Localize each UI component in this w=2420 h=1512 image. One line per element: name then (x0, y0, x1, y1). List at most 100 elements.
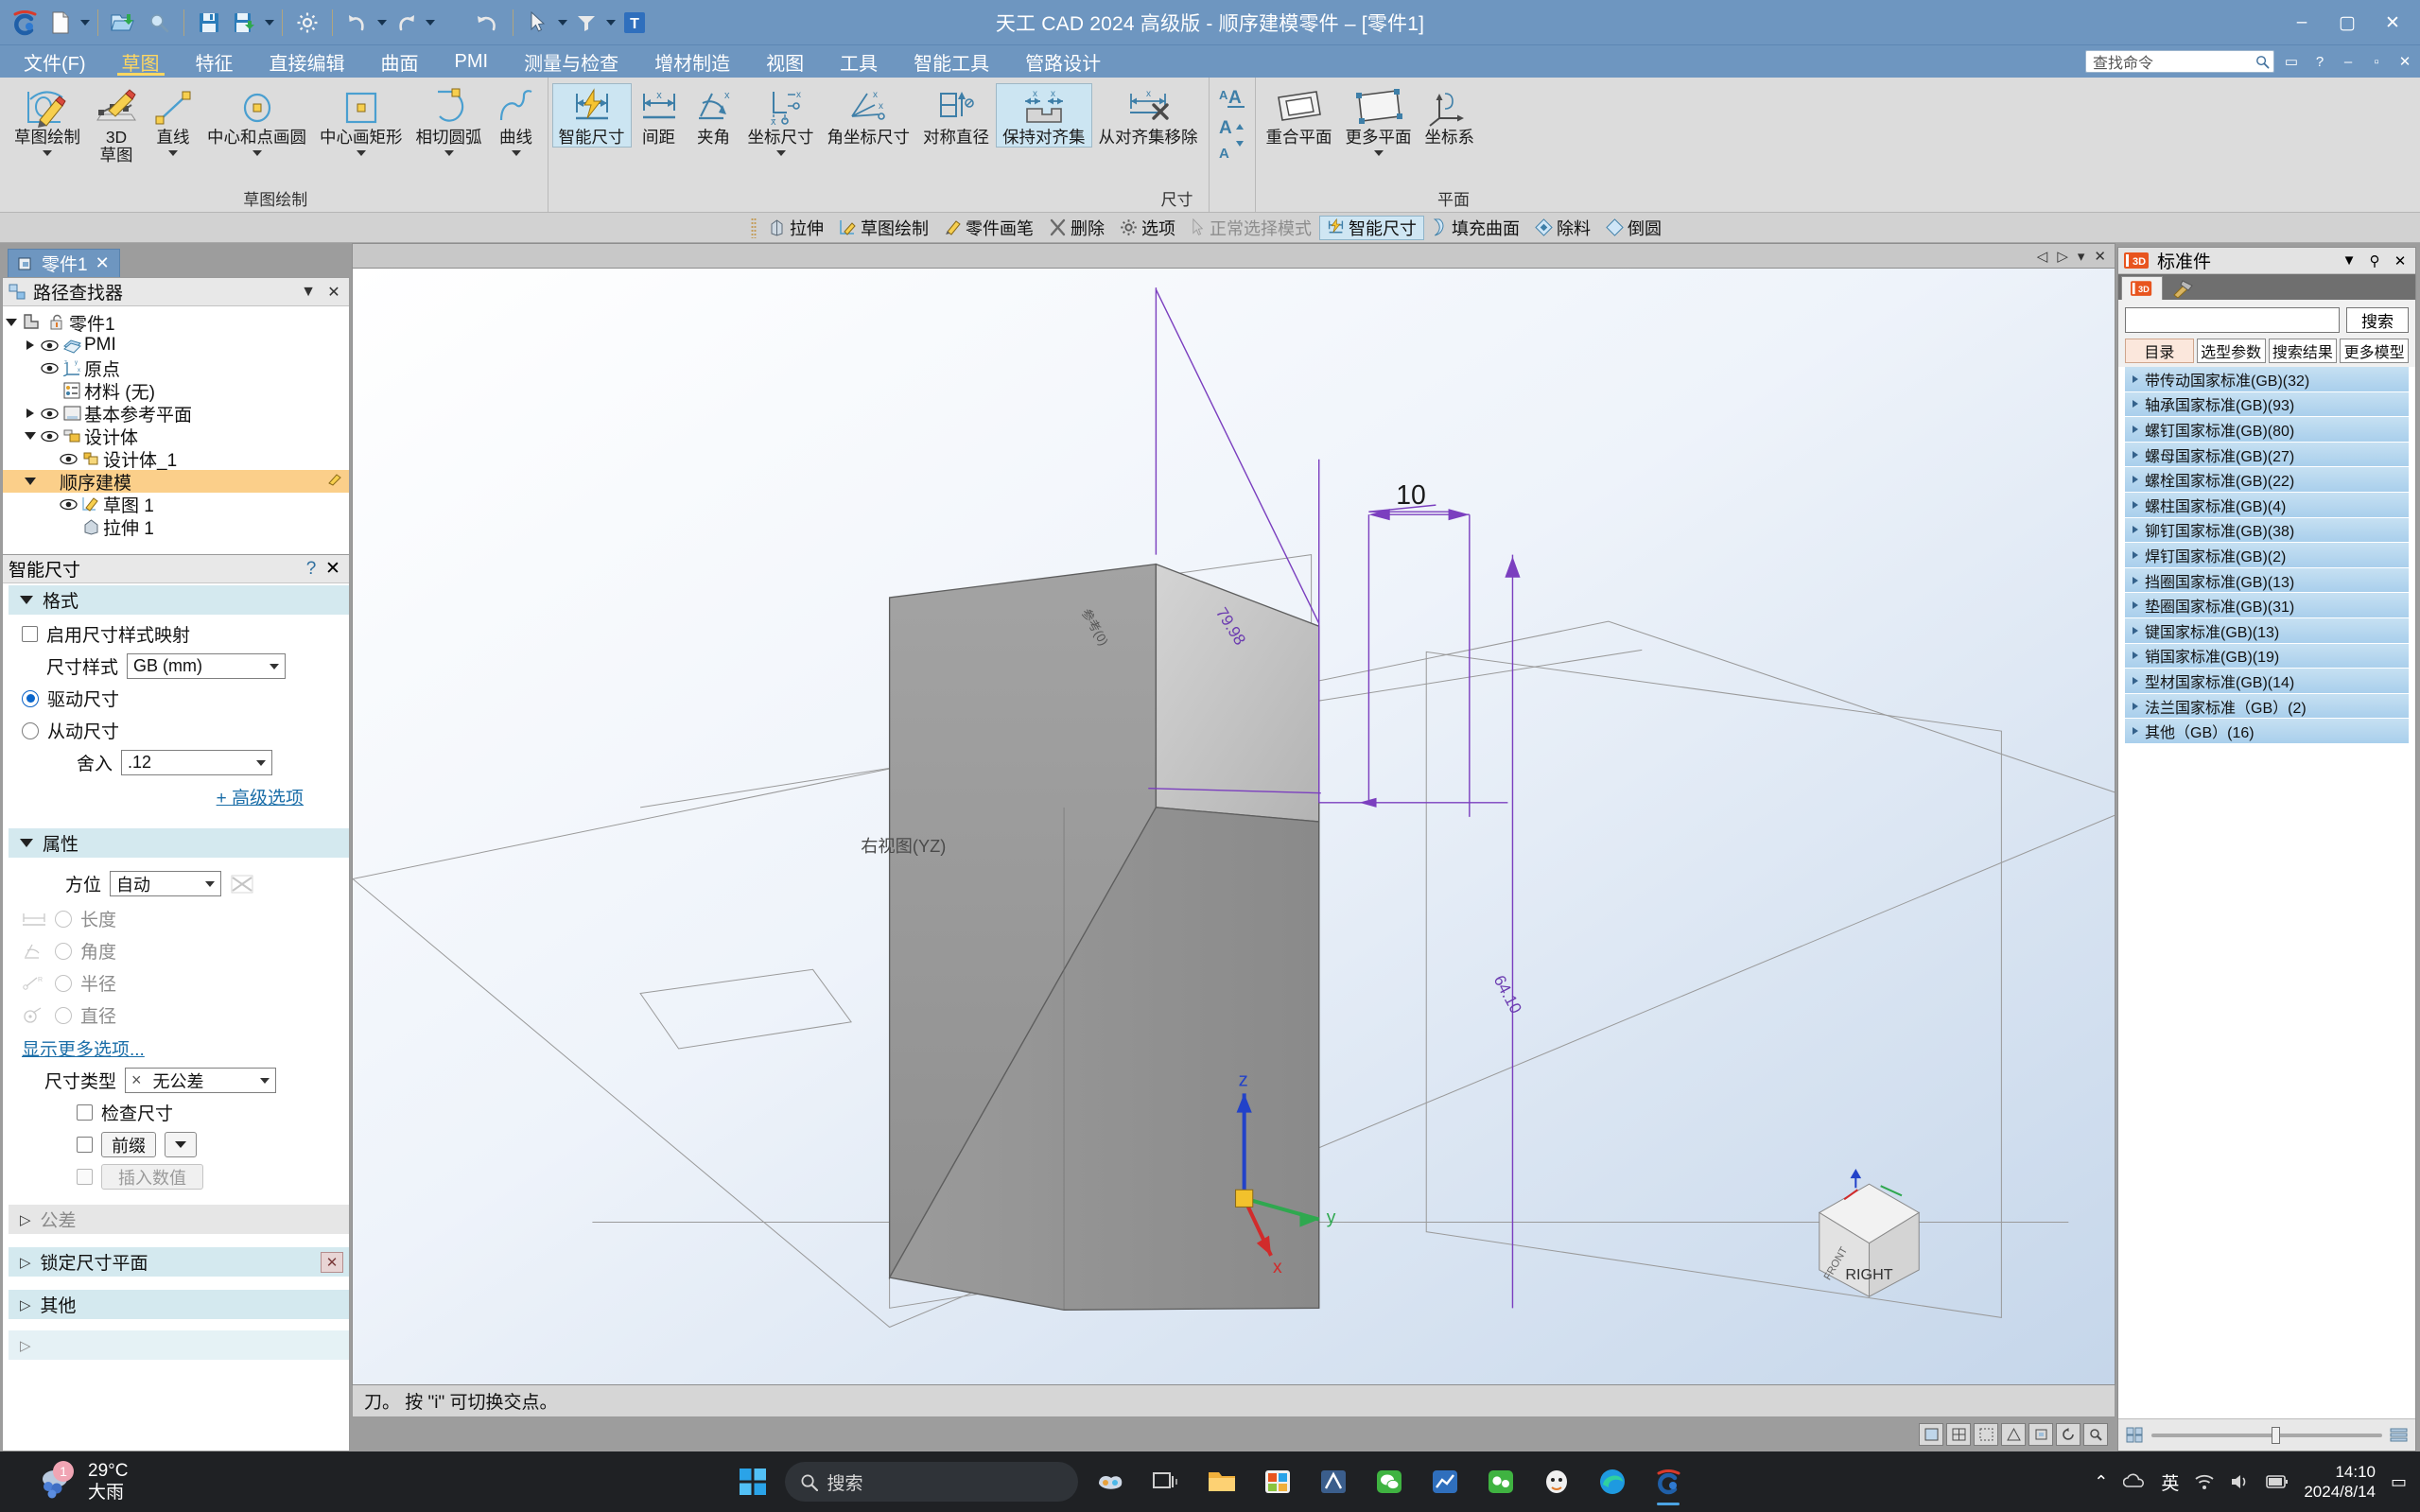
select-dropdown-icon[interactable] (558, 19, 567, 26)
diameter-radio[interactable] (55, 1006, 72, 1024)
tab-more-models[interactable]: 更多模型 (2340, 339, 2409, 363)
preview-magnifier-icon[interactable] (142, 4, 176, 42)
chevron-down-icon[interactable] (1373, 150, 1384, 156)
pathfinder-tree[interactable]: 零件1 PMI z y x 原点 材料 (无) 基本参考平面 设计体 设计体_1… (3, 306, 349, 554)
cad-app-icon[interactable] (1310, 1458, 1357, 1505)
menu-item-surface[interactable]: 曲面 (363, 45, 437, 78)
settings-gear-icon[interactable] (290, 4, 324, 42)
menu-item-sketch[interactable]: 草图 (104, 45, 178, 78)
ribbon-button-maintain-align-set[interactable]: x x 保持对齐集 (996, 83, 1092, 148)
row-driving-dimension[interactable]: 驱动尺寸 (9, 679, 349, 711)
row-driven-dimension[interactable]: 从动尺寸 (9, 711, 349, 743)
chevron-down-icon[interactable] (168, 150, 178, 156)
close-button[interactable]: ✕ (2371, 1, 2414, 44)
ribbon-button-line[interactable]: 直线 (146, 83, 200, 157)
tree-item-pmi[interactable]: PMI (3, 334, 349, 356)
enable-style-mapping-checkbox[interactable] (22, 626, 38, 642)
twisty-down-icon[interactable] (22, 432, 39, 440)
insert-value-button[interactable]: 插入数值 (101, 1164, 203, 1190)
quickbar-delete[interactable]: 删除 (1041, 216, 1112, 240)
select-cursor-icon[interactable] (521, 4, 555, 42)
menu-item-additive[interactable]: 增材制造 (636, 45, 748, 78)
row-insert-value[interactable]: 插入数值 (9, 1157, 349, 1190)
tree-item-part1[interactable]: 零件1 (3, 311, 349, 335)
slider-knob[interactable] (2271, 1426, 2280, 1444)
menu-item-smart-tools[interactable]: 智能工具 (896, 45, 1007, 78)
row-radius[interactable]: R 半径 (9, 964, 349, 996)
ribbon-button-curve[interactable]: 曲线 (489, 83, 544, 157)
ribbon-button-smart-dimension[interactable]: 智能尺寸 (551, 83, 632, 148)
lock-plane-close-icon[interactable]: ✕ (321, 1251, 343, 1273)
notification-center-icon[interactable]: ▭ (2391, 1472, 2407, 1492)
category-item[interactable]: 挡圈国家标准(GB)(13) (2125, 567, 2409, 594)
quickbar-cut-material[interactable]: 除料 (1527, 216, 1598, 240)
visibility-eye-icon[interactable] (39, 408, 60, 420)
ribbon-button-angular-coordinate[interactable]: x x 角坐标尺寸 (821, 83, 917, 148)
taskbar-search[interactable]: 搜索 (784, 1462, 1078, 1502)
doc-minimize-icon[interactable]: – (2337, 50, 2359, 73)
next-view-icon[interactable]: ▷ (2057, 248, 2068, 265)
maximize-button[interactable]: ▢ (2325, 1, 2369, 44)
twisty-right-icon[interactable] (22, 340, 39, 350)
menu-item-tools[interactable]: 工具 (822, 45, 896, 78)
doc-restore-icon[interactable]: ▫ (2365, 50, 2388, 73)
ribbon-button-rectangle-center[interactable]: 中心画矩形 (313, 83, 409, 157)
wifi-icon[interactable] (2194, 1473, 2215, 1490)
view-shaded-icon[interactable] (1919, 1423, 1943, 1446)
filter-icon[interactable] (569, 4, 603, 42)
length-radio[interactable] (55, 910, 72, 928)
visibility-eye-icon[interactable] (39, 362, 60, 374)
chevron-down-icon[interactable] (444, 150, 454, 156)
prefix-checkbox[interactable] (77, 1137, 93, 1153)
show-more-options-link[interactable]: 显示更多选项... (22, 1035, 145, 1061)
orientation-select[interactable]: 自动 (110, 871, 222, 896)
menu-item-piping[interactable]: 管路设计 (1007, 45, 1119, 78)
category-item[interactable]: 销国家标准(GB)(19) (2125, 643, 2409, 669)
clock[interactable]: 14:10 2024/8/14 (2304, 1462, 2376, 1502)
angle-radio[interactable] (55, 942, 72, 960)
driving-dimension-radio[interactable] (22, 689, 39, 707)
qq-icon[interactable] (1533, 1458, 1580, 1505)
category-item[interactable]: 螺钉国家标准(GB)(80) (2125, 417, 2409, 443)
lock-open-icon[interactable] (44, 314, 69, 331)
prefix-button[interactable]: 前缀 (101, 1132, 156, 1157)
ribbon-button-more-planes[interactable]: 更多平面 (1339, 83, 1419, 157)
ribbon-button-coordinate-system[interactable]: 坐标系 (1419, 83, 1482, 148)
save-icon[interactable] (192, 4, 226, 42)
menu-item-pmi[interactable]: PMI (437, 45, 507, 78)
battery-icon[interactable] (2266, 1473, 2289, 1490)
ribbon-button-circle-center-point[interactable]: 中心和点画圆 (200, 83, 313, 157)
menu-item-view[interactable]: 视图 (748, 45, 822, 78)
quickbar-sketch-draw[interactable]: 草图绘制 (831, 216, 936, 240)
ribbon-button-symmetric-diameter[interactable]: 对称直径 (916, 83, 996, 148)
close-icon[interactable]: ✕ (2391, 252, 2410, 269)
chevron-down-icon[interactable] (252, 150, 262, 156)
new-file-dropdown-icon[interactable] (80, 19, 90, 26)
undo-dropdown-icon[interactable] (377, 19, 387, 26)
tree-item-ref-planes[interactable]: 基本参考平面 (3, 402, 349, 426)
category-item[interactable]: 型材国家标准(GB)(14) (2125, 669, 2409, 694)
orientation-lock-icon[interactable] (230, 874, 254, 895)
twisty-right-icon[interactable] (22, 408, 39, 418)
inspect-dimension-checkbox[interactable] (77, 1104, 93, 1121)
save-as-icon[interactable] (228, 4, 262, 42)
prev-view-icon[interactable]: ◁ (2037, 248, 2048, 265)
help-icon[interactable]: ? (2308, 50, 2331, 73)
tree-item-extrude-1[interactable]: 拉伸 1 (3, 515, 349, 539)
visibility-eye-icon[interactable] (39, 430, 60, 443)
twisty-down-icon[interactable] (3, 319, 20, 326)
tree-item-sketch-1[interactable]: 草图 1 (3, 493, 349, 516)
quickbar-smart-dimension[interactable]: 智能尺寸 (1319, 215, 1424, 240)
ribbon-button-sketch-draw[interactable]: 草图绘制 (8, 83, 87, 157)
ribbon-button-angle[interactable]: x 夹角 (687, 83, 741, 148)
visibility-eye-icon[interactable] (58, 453, 78, 465)
start-icon[interactable] (729, 1458, 776, 1505)
command-search-input[interactable]: 查找命令 (2085, 50, 2274, 73)
close-icon[interactable]: ✕ (322, 558, 343, 580)
edit-pencil-icon[interactable] (327, 471, 349, 492)
copilot-icon[interactable] (1087, 1458, 1134, 1505)
collapse-icon[interactable]: ▼ (2340, 252, 2359, 269)
chevron-down-icon[interactable] (511, 150, 521, 156)
ribbon-button-tangent-arc[interactable]: 相切圆弧 (409, 83, 489, 157)
pathfinder-close-icon[interactable]: ✕ (324, 283, 343, 302)
